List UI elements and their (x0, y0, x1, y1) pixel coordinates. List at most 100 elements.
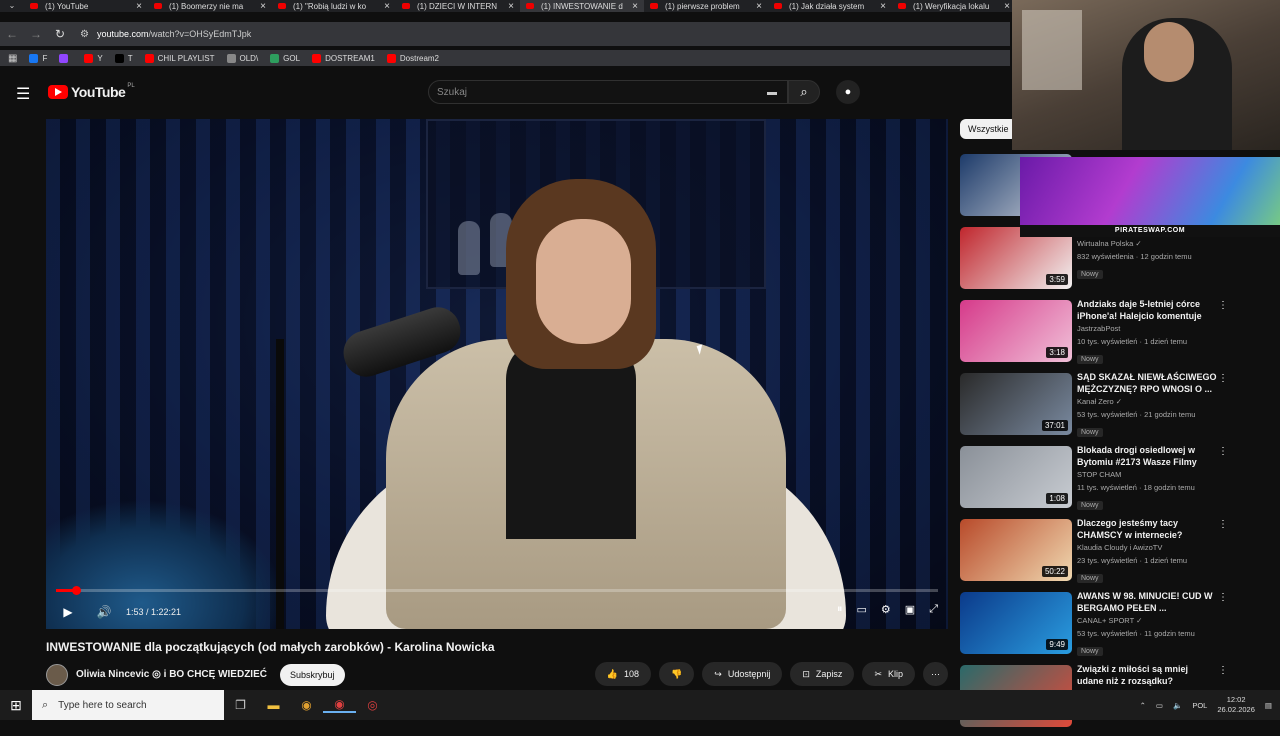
theater-mode-icon[interactable]: ▣ (905, 603, 915, 616)
tab-search-icon[interactable]: ⌄ (0, 0, 24, 12)
browser-tab[interactable]: (1) Jak działa system × (768, 0, 892, 12)
more-options-icon[interactable]: ⋮ (1218, 373, 1228, 384)
more-options-icon[interactable]: ⋮ (1218, 592, 1228, 603)
recommendation-thumbnail[interactable]: 50:22 (960, 519, 1072, 581)
youtube-logo[interactable]: YouTube PL (48, 83, 135, 100)
recommendation-channel[interactable]: STOP CHAM (1077, 468, 1217, 481)
fullscreen-icon[interactable]: ⤢ (929, 603, 938, 616)
close-tab-icon[interactable]: × (508, 1, 514, 12)
player-controls: ▶ 🔊 1:53 / 1:22:21 ⏸ ▭ ⚙ ▣ ⤢ (46, 597, 948, 627)
recommendation-thumbnail[interactable]: 1:08 (960, 446, 1072, 508)
search-button[interactable]: ⌕ (788, 80, 820, 104)
chrome-active-icon[interactable]: ◉ (323, 697, 356, 713)
bookmark-item[interactable]: CHIL PLAYLIST (144, 53, 215, 63)
recommendation-item[interactable]: 1:08 Blokada drogi osiedlowej w Bytomiu #… (958, 444, 1228, 517)
close-tab-icon[interactable]: × (1004, 1, 1010, 12)
subscribe-button[interactable]: Subskrybuj (280, 664, 345, 686)
bookmark-item[interactable]: DOSTREAM1 (312, 53, 375, 63)
close-tab-icon[interactable]: × (384, 1, 390, 12)
voice-search-button[interactable]: ● (836, 80, 860, 104)
volume-tray-icon[interactable]: 🔈 (1173, 701, 1182, 710)
close-tab-icon[interactable]: × (136, 1, 142, 12)
more-options-icon[interactable]: ⋮ (1218, 446, 1228, 457)
recommendation-thumbnail[interactable]: 37:01 (960, 373, 1072, 435)
channel-name[interactable]: Oliwia Nincevic ◎ i BO CHCĘ WIEDZIEĆ (76, 669, 267, 680)
bookmark-item[interactable]: T (114, 53, 133, 63)
browser-tab[interactable]: (1) YouTube × (24, 0, 148, 12)
recommendation-item[interactable]: 50:22 Dlaczego jesteśmy tacy CHAMSCY w in… (958, 517, 1228, 590)
recommendation-item[interactable]: 3:18 Andziaks daje 5-letniej córce iPhone… (958, 298, 1228, 371)
site-info-icon[interactable]: ⚙ (80, 29, 89, 40)
tray-chevron-icon[interactable]: ⌃ (1140, 701, 1146, 710)
close-tab-icon[interactable]: × (632, 1, 638, 12)
more-options-icon[interactable]: ⋮ (1218, 300, 1228, 311)
recommendation-title[interactable]: Andziaks daje 5-letniej córce iPhone'a! … (1077, 298, 1217, 322)
more-actions-button[interactable]: ⋯ (923, 662, 948, 686)
menu-icon[interactable]: ☰ (16, 84, 30, 104)
recommendation-title[interactable]: AWANS W 98. MINUCIE! CUD W BERGAMO PEŁEN… (1077, 590, 1217, 614)
progress-bar[interactable] (56, 586, 938, 595)
volume-icon[interactable]: 🔊 (90, 605, 118, 619)
keyboard-icon[interactable]: ▬ (767, 87, 777, 98)
url-field[interactable]: ⚙ youtube.com/watch?v=OHSyEdmTJpk (80, 29, 251, 40)
notifications-icon[interactable]: ▤ (1265, 701, 1272, 710)
dislike-button[interactable]: 👎 (659, 662, 695, 686)
video-player[interactable]: ▶ 🔊 1:53 / 1:22:21 ⏸ ▭ ⚙ ▣ ⤢ (46, 119, 948, 629)
recommendation-channel[interactable]: Klaudia Cloudy i AwizoTV (1077, 541, 1217, 554)
search-input[interactable]: Szukaj ▬ (428, 80, 788, 104)
bookmark-item[interactable]: OLD\ (226, 53, 258, 63)
share-button[interactable]: ↪ Udostępnij (702, 662, 783, 686)
recommendation-title[interactable]: Dlaczego jesteśmy tacy CHAMSCY w interne… (1077, 517, 1217, 541)
recommendation-channel[interactable]: Kanał Zero ✓ (1077, 395, 1217, 408)
autoplay-toggle-icon[interactable]: ⏸ (837, 603, 843, 616)
bookmark-item[interactable]: Y (84, 53, 103, 63)
app-icon[interactable]: ◎ (356, 698, 389, 712)
close-tab-icon[interactable]: × (756, 1, 762, 12)
close-tab-icon[interactable]: × (880, 1, 886, 12)
more-options-icon[interactable]: ⋮ (1218, 519, 1228, 530)
bookmark-item[interactable]: Dostream2 (386, 53, 439, 63)
chrome-icon[interactable]: ◉ (290, 698, 323, 712)
windows-start-icon[interactable]: ⊞ (0, 697, 32, 714)
like-button[interactable]: 👍 108 (594, 662, 652, 686)
reload-icon[interactable]: ↻ (48, 27, 72, 41)
browser-tab[interactable]: (1) pierwsze problem × (644, 0, 768, 12)
forward-icon[interactable]: → (24, 27, 48, 41)
play-icon[interactable]: ▶ (46, 605, 90, 619)
browser-tab[interactable]: (1) Boomerzy nie ma × (148, 0, 272, 12)
bookmark-item[interactable]: GOL (270, 53, 300, 63)
bookmark-item[interactable]: F (29, 53, 47, 63)
apps-grid-icon[interactable]: ▦ (8, 53, 17, 64)
browser-tab[interactable]: (1) "Robią ludzi w ko × (272, 0, 396, 12)
browser-tab[interactable]: (1) DZIECI W INTERN × (396, 0, 520, 12)
filter-chip-all[interactable]: Wszystkie (960, 119, 1017, 139)
avatar[interactable] (46, 664, 68, 686)
bookmark-item[interactable] (59, 53, 72, 63)
file-explorer-icon[interactable]: ▬ (257, 698, 290, 712)
clip-button[interactable]: ✂ Klip (862, 662, 915, 686)
subtitles-icon[interactable]: ▭ (857, 603, 867, 616)
recommendation-channel[interactable]: Wirtualna Polska ✓ (1077, 237, 1217, 250)
clock[interactable]: 12:02 26.02.2026 (1217, 695, 1255, 715)
recommendation-thumbnail[interactable]: 3:18 (960, 300, 1072, 362)
network-icon[interactable]: ▭ (1156, 701, 1163, 710)
settings-icon[interactable]: ⚙ (881, 603, 891, 616)
browser-tab[interactable]: (1) Weryfikacja lokalu × (892, 0, 1016, 12)
language-indicator[interactable]: POL (1192, 701, 1207, 710)
more-options-icon[interactable]: ⋮ (1218, 665, 1228, 676)
recommendation-channel[interactable]: CANAL+ SPORT ✓ (1077, 614, 1217, 627)
recommendation-title[interactable]: Związki z miłości są mniej udane niż z r… (1077, 663, 1217, 687)
recommendation-item[interactable]: 9:49 AWANS W 98. MINUCIE! CUD W BERGAMO P… (958, 590, 1228, 663)
close-tab-icon[interactable]: × (260, 1, 266, 12)
task-view-icon[interactable]: ❐ (224, 698, 257, 712)
back-icon[interactable]: ← (0, 27, 24, 41)
browser-tab[interactable]: (1) INWESTOWANIE d × (520, 0, 644, 12)
recommendation-title[interactable]: SĄD SKAZAŁ NIEWŁAŚCIWEGO MĘŻCZYZNĘ? RPO … (1077, 371, 1217, 395)
recommendation-thumbnail[interactable]: 9:49 (960, 592, 1072, 654)
recommendation-title[interactable]: Blokada drogi osiedlowej w Bytomiu #2173… (1077, 444, 1217, 468)
webcam-overlay (1012, 0, 1280, 150)
recommendation-item[interactable]: 37:01 SĄD SKAZAŁ NIEWŁAŚCIWEGO MĘŻCZYZNĘ?… (958, 371, 1228, 444)
recommendation-channel[interactable]: JastrzabPost (1077, 322, 1217, 335)
save-button[interactable]: ⊡ Zapisz (790, 662, 855, 686)
taskbar-search-input[interactable]: ⌕ Type here to search (32, 690, 224, 720)
